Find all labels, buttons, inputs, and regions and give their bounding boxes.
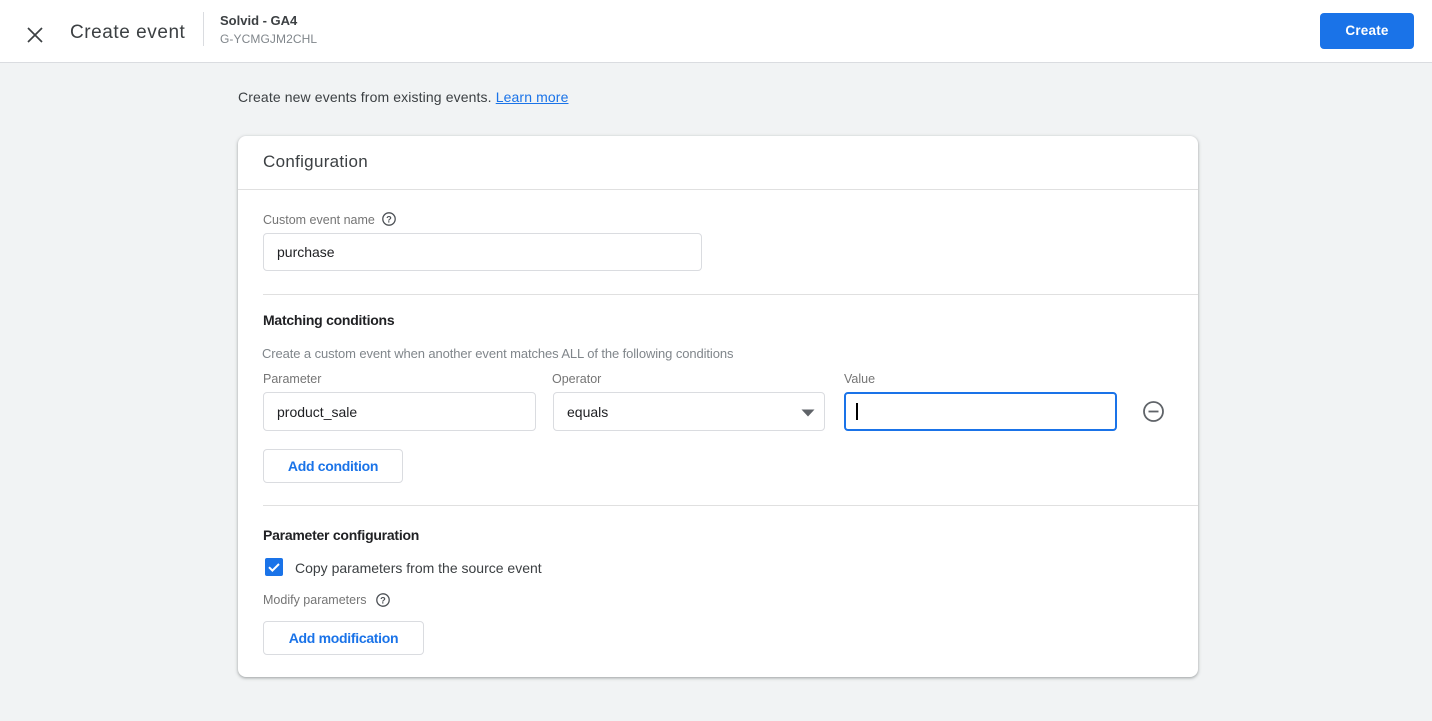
svg-text:?: ? (380, 595, 386, 605)
svg-text:?: ? (386, 215, 392, 225)
